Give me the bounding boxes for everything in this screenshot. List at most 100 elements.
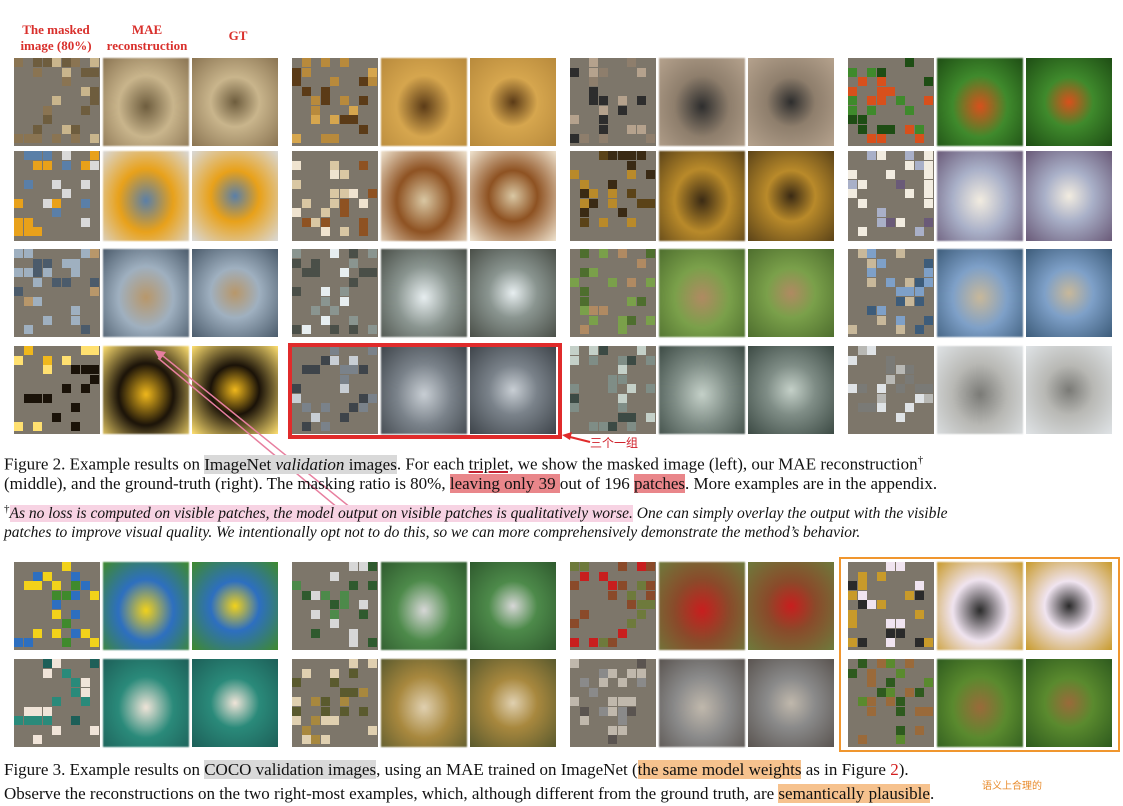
- visible-patch: [33, 268, 42, 277]
- visible-patch: [570, 638, 579, 647]
- visible-patch: [627, 706, 636, 716]
- visible-patch: [598, 67, 608, 77]
- figure2-footnote-line2: patches to improve visual quality. We in…: [4, 524, 861, 541]
- visible-patch: [598, 638, 608, 647]
- visible-patch: [570, 170, 579, 179]
- visible-patch: [848, 384, 857, 393]
- visible-patch: [646, 412, 655, 422]
- visible-patch: [867, 277, 876, 287]
- visible-patch: [90, 374, 99, 384]
- figure-ref-link[interactable]: 2: [890, 760, 899, 779]
- visible-patch: [23, 393, 33, 403]
- masked-image: [292, 562, 378, 650]
- highlight-no-loss: As no loss is computed on visible patche…: [9, 505, 633, 523]
- visible-patch: [867, 258, 876, 268]
- visible-patch: [608, 189, 617, 198]
- dagger-mark: †: [4, 503, 10, 515]
- visible-patch: [636, 609, 646, 619]
- visible-patch: [905, 374, 914, 384]
- visible-patch: [61, 124, 71, 134]
- visible-patch: [589, 638, 598, 647]
- visible-patch: [330, 249, 339, 258]
- visible-patch: [358, 77, 368, 86]
- visible-patch: [857, 115, 867, 124]
- visible-patch: [895, 179, 905, 189]
- visible-patch: [330, 189, 339, 198]
- visible-patch: [33, 581, 42, 590]
- visible-patch: [570, 384, 579, 393]
- visible-patch: [90, 277, 99, 287]
- visible-patch: [311, 96, 320, 105]
- visible-patch: [349, 562, 358, 571]
- visible-patch: [71, 581, 80, 590]
- visible-patch: [61, 619, 71, 628]
- visible-patch: [339, 208, 349, 217]
- visible-patch: [914, 134, 924, 143]
- visible-patch: [311, 609, 320, 619]
- visible-patch: [71, 315, 80, 325]
- visible-patch: [33, 151, 42, 160]
- visible-patch: [301, 725, 311, 735]
- visible-patch: [311, 268, 320, 277]
- visible-patch: [876, 217, 886, 227]
- visible-patch: [627, 296, 636, 306]
- visible-patch: [895, 412, 905, 422]
- visible-patch: [71, 134, 80, 143]
- visible-patch: [570, 581, 579, 590]
- visible-patch: [292, 179, 301, 189]
- visible-patch: [23, 151, 33, 160]
- visible-patch: [358, 687, 368, 697]
- visible-patch: [646, 384, 655, 393]
- visible-patch: [608, 735, 617, 744]
- visible-patch: [627, 619, 636, 628]
- visible-patch: [23, 325, 33, 334]
- visible-patch: [848, 179, 857, 189]
- caption-text: as in Figure: [801, 760, 891, 779]
- visible-patch: [90, 638, 99, 647]
- highlight-imagenet: ImageNet validation images: [204, 454, 397, 474]
- visible-patch: [589, 422, 598, 431]
- visible-patch: [90, 287, 99, 296]
- visible-patch: [905, 296, 914, 306]
- visible-patch: [71, 365, 80, 374]
- visible-patch: [61, 638, 71, 647]
- visible-patch: [636, 562, 646, 571]
- visible-patch: [33, 58, 42, 67]
- visible-patch: [646, 134, 655, 143]
- visible-patch: [52, 179, 61, 189]
- visible-patch: [895, 315, 905, 325]
- visible-patch: [42, 58, 52, 67]
- visible-patch: [292, 287, 301, 296]
- visible-patch: [876, 315, 886, 325]
- visible-patch: [598, 96, 608, 105]
- visible-patch: [349, 315, 358, 325]
- visible-patch: [339, 58, 349, 67]
- visible-patch: [617, 725, 627, 735]
- visible-patch: [646, 562, 655, 571]
- visible-patch: [646, 249, 655, 258]
- visible-patch: [71, 609, 80, 619]
- ground-truth-image: [1026, 346, 1112, 434]
- visible-patch: [23, 227, 33, 236]
- visible-patch: [311, 716, 320, 725]
- visible-patch: [80, 179, 90, 189]
- visible-patch: [42, 315, 52, 325]
- visible-patch: [636, 258, 646, 268]
- visible-patch: [570, 619, 579, 628]
- visible-patch: [598, 571, 608, 581]
- visible-patch: [876, 393, 886, 403]
- visible-patch: [292, 160, 301, 170]
- visible-patch: [90, 96, 99, 105]
- visible-patch: [42, 659, 52, 668]
- visible-patch: [33, 716, 42, 725]
- visible-patch: [349, 189, 358, 198]
- visible-patch: [627, 315, 636, 325]
- visible-patch: [339, 189, 349, 198]
- visible-patch: [636, 678, 646, 687]
- visible-patch: [330, 325, 339, 334]
- visible-patch: [876, 258, 886, 268]
- visible-patch: [320, 590, 330, 600]
- visible-patch: [617, 697, 627, 706]
- visible-patch: [80, 105, 90, 115]
- visible-patch: [292, 249, 301, 258]
